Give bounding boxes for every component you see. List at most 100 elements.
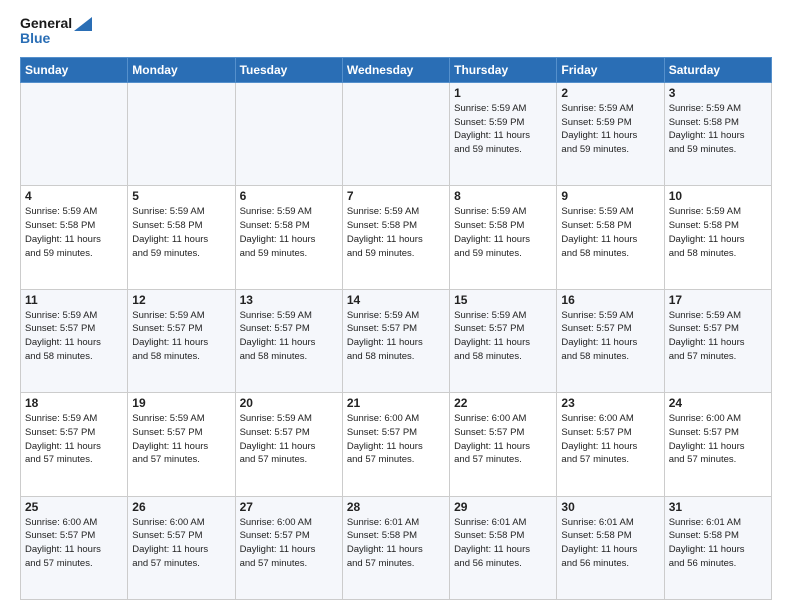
logo-blue: Blue bbox=[20, 31, 50, 46]
day-number: 4 bbox=[25, 189, 123, 203]
day-number: 25 bbox=[25, 500, 123, 514]
day-info: Sunrise: 5:59 AMSunset: 5:57 PMDaylight:… bbox=[240, 309, 338, 364]
day-cell: 3 Sunrise: 5:59 AMSunset: 5:58 PMDaylight… bbox=[664, 82, 771, 185]
day-info: Sunrise: 6:01 AMSunset: 5:58 PMDaylight:… bbox=[347, 516, 445, 571]
day-cell: 26Sunrise: 6:00 AMSunset: 5:57 PMDayligh… bbox=[128, 496, 235, 599]
day-number: 8 bbox=[454, 189, 552, 203]
weekday-sunday: Sunday bbox=[21, 57, 128, 82]
day-number: 1 bbox=[454, 86, 552, 100]
logo-triangle-icon bbox=[74, 17, 92, 31]
day-number: 22 bbox=[454, 396, 552, 410]
weekday-friday: Friday bbox=[557, 57, 664, 82]
day-cell: 14 Sunrise: 5:59 AMSunset: 5:57 PMDayligh… bbox=[342, 289, 449, 392]
day-cell: 7Sunrise: 5:59 AMSunset: 5:58 PMDaylight… bbox=[342, 186, 449, 289]
day-cell: 11 Sunrise: 5:59 AMSunset: 5:57 PMDayligh… bbox=[21, 289, 128, 392]
day-cell: 27Sunrise: 6:00 AMSunset: 5:57 PMDayligh… bbox=[235, 496, 342, 599]
day-info: Sunrise: 5:59 AMSunset: 5:57 PMDaylight:… bbox=[25, 412, 123, 467]
day-info: Sunrise: 5:59 AMSunset: 5:57 PMDaylight:… bbox=[347, 309, 445, 364]
day-cell: 18 Sunrise: 5:59 AMSunset: 5:57 PMDayligh… bbox=[21, 393, 128, 496]
day-info: Sunrise: 5:59 AMSunset: 5:58 PMDaylight:… bbox=[669, 205, 767, 260]
day-cell: 22 Sunrise: 6:00 AMSunset: 5:57 PMDayligh… bbox=[450, 393, 557, 496]
day-info: Sunrise: 5:59 AMSunset: 5:57 PMDaylight:… bbox=[132, 309, 230, 364]
day-cell bbox=[21, 82, 128, 185]
day-number: 16 bbox=[561, 293, 659, 307]
day-info: Sunrise: 5:59 AMSunset: 5:57 PMDaylight:… bbox=[669, 309, 767, 364]
day-info: Sunrise: 5:59 AMSunset: 5:57 PMDaylight:… bbox=[454, 309, 552, 364]
week-row-1: 1 Sunrise: 5:59 AMSunset: 5:59 PMDaylight… bbox=[21, 82, 772, 185]
day-cell: 23 Sunrise: 6:00 AMSunset: 5:57 PMDayligh… bbox=[557, 393, 664, 496]
weekday-monday: Monday bbox=[128, 57, 235, 82]
day-number: 5 bbox=[132, 189, 230, 203]
day-info: Sunrise: 5:59 AMSunset: 5:58 PMDaylight:… bbox=[669, 102, 767, 157]
day-number: 2 bbox=[561, 86, 659, 100]
day-cell: 8 Sunrise: 5:59 AMSunset: 5:58 PMDaylight… bbox=[450, 186, 557, 289]
day-cell: 16 Sunrise: 5:59 AMSunset: 5:57 PMDayligh… bbox=[557, 289, 664, 392]
day-info: Sunrise: 6:01 AMSunset: 5:58 PMDaylight:… bbox=[454, 516, 552, 571]
day-cell: 28 Sunrise: 6:01 AMSunset: 5:58 PMDayligh… bbox=[342, 496, 449, 599]
week-row-4: 18 Sunrise: 5:59 AMSunset: 5:57 PMDayligh… bbox=[21, 393, 772, 496]
week-row-3: 11 Sunrise: 5:59 AMSunset: 5:57 PMDayligh… bbox=[21, 289, 772, 392]
weekday-thursday: Thursday bbox=[450, 57, 557, 82]
week-row-2: 4 Sunrise: 5:59 AMSunset: 5:58 PMDaylight… bbox=[21, 186, 772, 289]
day-number: 15 bbox=[454, 293, 552, 307]
day-info: Sunrise: 5:59 AMSunset: 5:58 PMDaylight:… bbox=[454, 205, 552, 260]
day-cell: 13 Sunrise: 5:59 AMSunset: 5:57 PMDayligh… bbox=[235, 289, 342, 392]
day-cell: 2 Sunrise: 5:59 AMSunset: 5:59 PMDaylight… bbox=[557, 82, 664, 185]
day-cell: 4 Sunrise: 5:59 AMSunset: 5:58 PMDaylight… bbox=[21, 186, 128, 289]
day-number: 23 bbox=[561, 396, 659, 410]
day-info: Sunrise: 6:00 AMSunset: 5:57 PMDaylight:… bbox=[454, 412, 552, 467]
day-cell: 17 Sunrise: 5:59 AMSunset: 5:57 PMDayligh… bbox=[664, 289, 771, 392]
day-number: 14 bbox=[347, 293, 445, 307]
day-info: Sunrise: 5:59 AMSunset: 5:59 PMDaylight:… bbox=[454, 102, 552, 157]
day-cell: 19Sunrise: 5:59 AMSunset: 5:57 PMDayligh… bbox=[128, 393, 235, 496]
header: General Blue bbox=[20, 16, 772, 47]
day-cell: 29Sunrise: 6:01 AMSunset: 5:58 PMDayligh… bbox=[450, 496, 557, 599]
weekday-header-row: SundayMondayTuesdayWednesdayThursdayFrid… bbox=[21, 57, 772, 82]
day-cell: 24 Sunrise: 6:00 AMSunset: 5:57 PMDayligh… bbox=[664, 393, 771, 496]
day-number: 27 bbox=[240, 500, 338, 514]
day-cell: 5Sunrise: 5:59 AMSunset: 5:58 PMDaylight… bbox=[128, 186, 235, 289]
day-info: Sunrise: 5:59 AMSunset: 5:58 PMDaylight:… bbox=[25, 205, 123, 260]
weekday-wednesday: Wednesday bbox=[342, 57, 449, 82]
day-info: Sunrise: 5:59 AMSunset: 5:57 PMDaylight:… bbox=[240, 412, 338, 467]
day-cell: 9Sunrise: 5:59 AMSunset: 5:58 PMDaylight… bbox=[557, 186, 664, 289]
day-number: 3 bbox=[669, 86, 767, 100]
day-info: Sunrise: 6:00 AMSunset: 5:57 PMDaylight:… bbox=[561, 412, 659, 467]
day-cell: 12 Sunrise: 5:59 AMSunset: 5:57 PMDayligh… bbox=[128, 289, 235, 392]
weekday-tuesday: Tuesday bbox=[235, 57, 342, 82]
logo: General Blue bbox=[20, 16, 92, 47]
day-cell bbox=[128, 82, 235, 185]
day-number: 11 bbox=[25, 293, 123, 307]
day-cell: 10 Sunrise: 5:59 AMSunset: 5:58 PMDayligh… bbox=[664, 186, 771, 289]
day-number: 13 bbox=[240, 293, 338, 307]
weekday-saturday: Saturday bbox=[664, 57, 771, 82]
day-info: Sunrise: 6:00 AMSunset: 5:57 PMDaylight:… bbox=[132, 516, 230, 571]
day-number: 17 bbox=[669, 293, 767, 307]
day-info: Sunrise: 5:59 AMSunset: 5:57 PMDaylight:… bbox=[25, 309, 123, 364]
day-number: 28 bbox=[347, 500, 445, 514]
day-number: 12 bbox=[132, 293, 230, 307]
day-info: Sunrise: 6:00 AMSunset: 5:57 PMDaylight:… bbox=[669, 412, 767, 467]
day-number: 7 bbox=[347, 189, 445, 203]
logo-graphic: General Blue bbox=[20, 16, 92, 47]
week-row-5: 25 Sunrise: 6:00 AMSunset: 5:57 PMDayligh… bbox=[21, 496, 772, 599]
day-number: 24 bbox=[669, 396, 767, 410]
day-cell: 25Sunrise: 6:00 AMSunset: 5:57 PMDayligh… bbox=[21, 496, 128, 599]
day-cell: 6Sunrise: 5:59 AMSunset: 5:58 PMDaylight… bbox=[235, 186, 342, 289]
day-number: 20 bbox=[240, 396, 338, 410]
day-number: 21 bbox=[347, 396, 445, 410]
day-number: 18 bbox=[25, 396, 123, 410]
day-info: Sunrise: 5:59 AMSunset: 5:58 PMDaylight:… bbox=[561, 205, 659, 260]
day-number: 31 bbox=[669, 500, 767, 514]
day-number: 10 bbox=[669, 189, 767, 203]
day-info: Sunrise: 5:59 AMSunset: 5:57 PMDaylight:… bbox=[561, 309, 659, 364]
logo-general: General bbox=[20, 16, 72, 31]
calendar-table: SundayMondayTuesdayWednesdayThursdayFrid… bbox=[20, 57, 772, 600]
day-cell: 21 Sunrise: 6:00 AMSunset: 5:57 PMDayligh… bbox=[342, 393, 449, 496]
calendar-page: General Blue SundayMondayTuesdayWednesda… bbox=[0, 0, 792, 612]
day-cell: 20 Sunrise: 5:59 AMSunset: 5:57 PMDayligh… bbox=[235, 393, 342, 496]
day-info: Sunrise: 6:01 AMSunset: 5:58 PMDaylight:… bbox=[669, 516, 767, 571]
day-info: Sunrise: 5:59 AMSunset: 5:59 PMDaylight:… bbox=[561, 102, 659, 157]
day-info: Sunrise: 6:00 AMSunset: 5:57 PMDaylight:… bbox=[347, 412, 445, 467]
day-info: Sunrise: 5:59 AMSunset: 5:57 PMDaylight:… bbox=[132, 412, 230, 467]
